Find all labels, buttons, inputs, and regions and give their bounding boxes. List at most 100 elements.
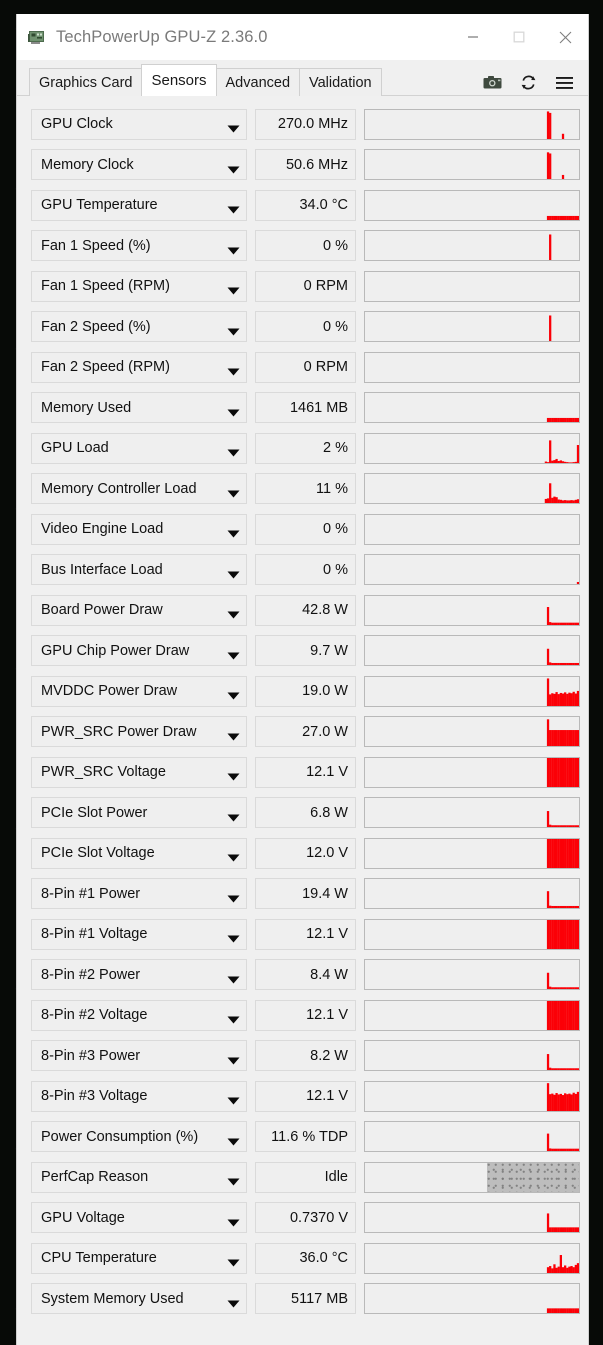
chevron-down-icon[interactable] [227,809,240,822]
tab-graphics-card[interactable]: Graphics Card [29,68,143,96]
sensor-name-dropdown[interactable]: Memory Controller Load [31,473,247,505]
chevron-down-icon[interactable] [227,404,240,417]
sensor-graph[interactable] [364,797,580,829]
minimize-icon[interactable] [450,14,496,60]
chevron-down-icon[interactable] [227,525,240,538]
camera-icon[interactable] [483,75,502,90]
sensor-graph[interactable] [364,1080,580,1112]
sensor-name-dropdown[interactable]: Fan 1 Speed (RPM) [31,270,247,302]
refresh-icon[interactable] [520,74,537,91]
sensor-graph[interactable] [364,311,580,343]
sensor-name-dropdown[interactable]: Fan 1 Speed (%) [31,230,247,262]
sensor-graph[interactable] [364,959,580,991]
sensor-graph[interactable] [364,878,580,910]
close-icon[interactable] [542,14,588,60]
sensor-graph[interactable] [364,351,580,383]
window-titlebar[interactable]: TechPowerUp GPU-Z 2.36.0 [17,14,588,60]
tab-sensors[interactable]: Sensors [141,64,217,96]
sensor-name-dropdown[interactable]: PerfCap Reason [31,1161,247,1193]
sensor-name-dropdown[interactable]: Power Consumption (%) [31,1121,247,1153]
sensor-graph[interactable] [364,716,580,748]
sensor-graph[interactable] [364,1242,580,1274]
sensor-name-dropdown[interactable]: GPU Voltage [31,1202,247,1234]
sensor-name-dropdown[interactable]: GPU Load [31,432,247,464]
sensor-graph[interactable] [364,1040,580,1072]
chevron-down-icon[interactable] [227,1214,240,1227]
sensor-graph[interactable] [364,999,580,1031]
sensor-graph[interactable] [364,1121,580,1153]
chevron-down-icon[interactable] [227,1254,240,1267]
sensor-graph[interactable] [364,675,580,707]
chevron-down-icon[interactable] [227,890,240,903]
sensor-name-dropdown[interactable]: Memory Clock [31,149,247,181]
chevron-down-icon[interactable] [227,566,240,579]
sensor-name-dropdown[interactable]: Bus Interface Load [31,554,247,586]
chevron-down-icon[interactable] [227,161,240,174]
chevron-down-icon[interactable] [227,363,240,376]
sensor-name-dropdown[interactable]: MVDDC Power Draw [31,675,247,707]
sensor-name-dropdown[interactable]: 8-Pin #3 Voltage [31,1080,247,1112]
sensor-name-dropdown[interactable]: 8-Pin #2 Voltage [31,999,247,1031]
tab-advanced[interactable]: Advanced [215,68,301,96]
chevron-down-icon[interactable] [227,242,240,255]
chevron-down-icon[interactable] [227,1092,240,1105]
sensor-graph[interactable] [364,635,580,667]
chevron-down-icon[interactable] [227,444,240,457]
sensor-graph[interactable] [364,1161,580,1193]
sensor-graph[interactable] [364,837,580,869]
chevron-down-icon[interactable] [227,1133,240,1146]
sensor-name-dropdown[interactable]: Fan 2 Speed (RPM) [31,351,247,383]
sensor-name-dropdown[interactable]: 8-Pin #2 Power [31,959,247,991]
chevron-down-icon[interactable] [227,1295,240,1308]
sensor-graph[interactable] [364,1202,580,1234]
chevron-down-icon[interactable] [227,687,240,700]
chevron-down-icon[interactable] [227,1052,240,1065]
sensor-name-dropdown[interactable]: 8-Pin #1 Voltage [31,918,247,950]
sensor-graph[interactable] [364,108,580,140]
chevron-down-icon[interactable] [227,606,240,619]
sensor-graph[interactable] [364,918,580,950]
chevron-down-icon[interactable] [227,201,240,214]
chevron-down-icon[interactable] [227,282,240,295]
sensor-graph[interactable] [364,513,580,545]
sensor-graph[interactable] [364,189,580,221]
sensor-name-dropdown[interactable]: Video Engine Load [31,513,247,545]
sensor-graph[interactable] [364,756,580,788]
chevron-down-icon[interactable] [227,930,240,943]
sensor-graph[interactable] [364,1283,580,1315]
sensor-name-dropdown[interactable]: CPU Temperature [31,1242,247,1274]
sensor-graph[interactable] [364,270,580,302]
chevron-down-icon[interactable] [227,728,240,741]
sensor-name-dropdown[interactable]: GPU Temperature [31,189,247,221]
sensor-graph[interactable] [364,554,580,586]
chevron-down-icon[interactable] [227,647,240,660]
sensor-graph[interactable] [364,149,580,181]
sensor-graph[interactable] [364,392,580,424]
chevron-down-icon[interactable] [227,1173,240,1186]
sensor-name-dropdown[interactable]: GPU Chip Power Draw [31,635,247,667]
chevron-down-icon[interactable] [227,485,240,498]
chevron-down-icon[interactable] [227,971,240,984]
sensor-graph[interactable] [364,594,580,626]
hamburger-menu-icon[interactable] [555,76,574,90]
sensor-name-dropdown[interactable]: Fan 2 Speed (%) [31,311,247,343]
sensor-graph[interactable] [364,473,580,505]
sensor-name-dropdown[interactable]: PCIe Slot Voltage [31,837,247,869]
tab-validation[interactable]: Validation [299,68,382,96]
sensor-name-dropdown[interactable]: GPU Clock [31,108,247,140]
sensor-graph[interactable] [364,432,580,464]
chevron-down-icon[interactable] [227,849,240,862]
chevron-down-icon[interactable] [227,1011,240,1024]
sensor-name-dropdown[interactable]: PWR_SRC Voltage [31,756,247,788]
sensor-name-dropdown[interactable]: PWR_SRC Power Draw [31,716,247,748]
sensor-name-dropdown[interactable]: Memory Used [31,392,247,424]
maximize-icon[interactable] [496,14,542,60]
sensor-name-dropdown[interactable]: System Memory Used [31,1283,247,1315]
chevron-down-icon[interactable] [227,768,240,781]
sensor-name-dropdown[interactable]: 8-Pin #3 Power [31,1040,247,1072]
sensor-graph[interactable] [364,230,580,262]
sensor-name-dropdown[interactable]: Board Power Draw [31,594,247,626]
chevron-down-icon[interactable] [227,323,240,336]
chevron-down-icon[interactable] [227,120,240,133]
sensor-name-dropdown[interactable]: PCIe Slot Power [31,797,247,829]
